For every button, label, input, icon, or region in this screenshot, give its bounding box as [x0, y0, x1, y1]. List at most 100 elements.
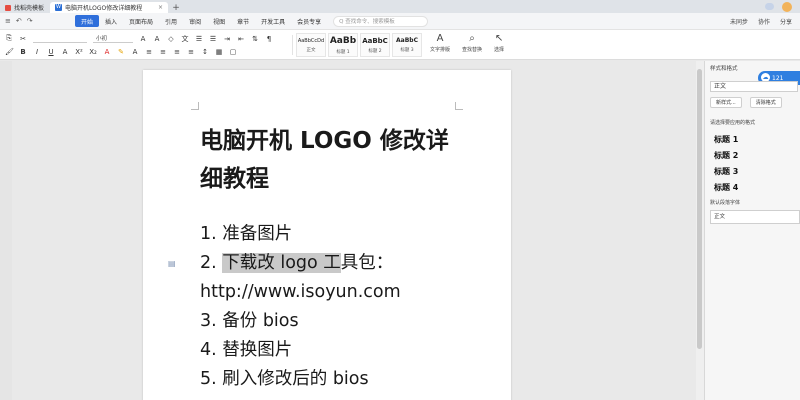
list-item[interactable]: 5. 刷入修改后的 bios — [200, 365, 490, 394]
list-item[interactable]: 3. 备份 bios — [200, 307, 490, 336]
paragraph-handle-icon[interactable]: ▤ — [168, 259, 176, 268]
align-center-icon[interactable]: ≡ — [159, 48, 167, 56]
collaborate-button[interactable]: 协作 — [758, 17, 770, 26]
margin-mark — [191, 102, 199, 110]
clear-format-icon[interactable]: ◇ — [167, 35, 175, 43]
list-item-selected[interactable]: 2. 下载改 logo 工具包： — [200, 249, 490, 278]
scrollbar-thumb[interactable] — [697, 69, 702, 349]
indent-icon[interactable]: ⇥ — [223, 35, 231, 43]
style-heading-2[interactable]: AaBbC 标题 2 — [360, 33, 390, 57]
menu-developer[interactable]: 开发工具 — [255, 15, 291, 27]
show-marks-icon[interactable]: ¶ — [265, 35, 273, 43]
text-layout-button[interactable]: A 文字排版 — [430, 33, 450, 53]
panel-buttons: 新样式... 清除格式 — [710, 97, 782, 108]
select-button[interactable]: ↖ 选择 — [494, 33, 504, 53]
numbering-icon[interactable]: ☰ — [209, 35, 217, 43]
style-heading-3[interactable]: AaBbC 标题 3 — [392, 33, 422, 57]
layout-icon[interactable] — [765, 3, 774, 10]
ribbon: ⎘ ✂ 小初 A A ◇ 文 ☰ ☰ ⇥ ⇤ ⇅ ¶ 🖌 B I U A X² … — [0, 30, 800, 60]
style-list: 标题 1 标题 2 标题 3 标题 4 — [710, 132, 800, 196]
cut-icon[interactable]: ✂ — [19, 35, 27, 43]
ribbon-tools: A 文字排版 ⌕ 查找替换 ↖ 选择 — [430, 33, 504, 53]
tab-bar: 找稻壳模板 W 电脑开机LOGO修改详细教程 × + — [0, 0, 800, 13]
style-normal[interactable]: AaBbCcDd 正文 — [296, 33, 326, 57]
sort-icon[interactable]: ⇅ — [251, 35, 259, 43]
paste-icon[interactable]: ⎘ — [5, 34, 13, 43]
style-list-item[interactable]: 标题 4 — [710, 180, 800, 196]
menu-bar: ≡ ↶ ↷ 开始 插入 页面布局 引用 审阅 视图 章节 开发工具 会员专享 Q… — [0, 13, 800, 30]
style-name: 标题 2 — [368, 48, 382, 54]
document-page[interactable]: 电脑开机 LOGO 修改详细教程 1. 准备图片 2. 下载改 logo 工具包… — [143, 70, 511, 400]
format-painter-icon[interactable]: 🖌 — [5, 48, 14, 56]
underline-icon[interactable]: U — [47, 48, 55, 56]
current-style-field[interactable]: 正文 — [710, 81, 798, 92]
redo-icon[interactable]: ↷ — [27, 17, 33, 25]
highlight-icon[interactable]: ✎ — [117, 48, 125, 56]
find-replace-button[interactable]: ⌕ 查找替换 — [462, 33, 482, 53]
tab-templates[interactable]: 找稻壳模板 — [0, 2, 50, 13]
shrink-font-icon[interactable]: A — [153, 35, 161, 43]
outdent-icon[interactable]: ⇤ — [237, 35, 245, 43]
menu-page-layout[interactable]: 页面布局 — [123, 15, 159, 27]
bullets-icon[interactable]: ☰ — [195, 35, 203, 43]
menu-references[interactable]: 引用 — [159, 15, 183, 27]
superscript-icon[interactable]: X² — [75, 48, 83, 56]
text-effect-icon[interactable]: A — [131, 48, 139, 56]
margin-mark — [455, 102, 463, 110]
menu-view[interactable]: 视图 — [207, 15, 231, 27]
style-sample: AaBbC — [396, 37, 418, 44]
share-button[interactable]: 分享 — [780, 17, 792, 26]
new-tab-button[interactable]: + — [168, 2, 184, 13]
search-icon: ⌕ — [469, 33, 475, 44]
clear-format-button[interactable]: 清除格式 — [749, 97, 782, 108]
menu-insert[interactable]: 插入 — [99, 15, 123, 27]
menu-right: 未同步 协作 分享 — [730, 17, 800, 26]
ribbon-row-font: ⎘ ✂ 小初 A A ◇ 文 ☰ ☰ ⇥ ⇤ ⇅ ¶ — [0, 32, 273, 45]
style-name: 标题 1 — [336, 49, 350, 55]
text-selection[interactable]: 下载改 logo 工 — [222, 253, 341, 273]
new-style-button[interactable]: 新样式... — [710, 97, 742, 108]
align-right-icon[interactable]: ≡ — [173, 48, 181, 56]
command-search-input[interactable]: Q 查找命令、搜索模板 — [333, 15, 429, 27]
italic-icon[interactable]: I — [33, 48, 41, 56]
menu-member[interactable]: 会员专享 — [291, 15, 327, 27]
list-item[interactable]: 1. 准备图片 — [200, 220, 490, 249]
document-list[interactable]: 1. 准备图片 2. 下载改 logo 工具包： http://www.isoy… — [200, 220, 490, 394]
strikethrough-icon[interactable]: A — [61, 48, 69, 56]
writer-icon: W — [55, 4, 62, 11]
avatar[interactable] — [782, 1, 792, 12]
menu-icon[interactable]: ≡ — [5, 17, 11, 25]
subscript-icon[interactable]: X₂ — [89, 48, 97, 56]
style-sample: AaBbC — [362, 36, 388, 45]
style-list-item[interactable]: 标题 1 — [710, 132, 800, 148]
sync-status[interactable]: 未同步 — [730, 17, 748, 26]
style-field[interactable]: 正文 — [710, 210, 800, 224]
list-item[interactable]: 4. 替换图片 — [200, 336, 490, 365]
menu-home[interactable]: 开始 — [75, 15, 100, 27]
align-left-icon[interactable]: ≡ — [145, 48, 153, 56]
pinyin-icon[interactable]: 文 — [181, 34, 189, 44]
tab-document[interactable]: W 电脑开机LOGO修改详细教程 × — [50, 2, 168, 13]
style-heading-1[interactable]: AaBb 标题 1 — [328, 33, 358, 57]
close-tab-icon[interactable]: × — [158, 4, 163, 11]
bold-icon[interactable]: B — [19, 48, 27, 56]
grow-font-icon[interactable]: A — [139, 35, 147, 43]
undo-icon[interactable]: ↶ — [16, 17, 22, 25]
font-color-icon[interactable]: A — [103, 48, 111, 56]
quick-access: ≡ ↶ ↷ — [0, 17, 75, 25]
border-icon[interactable]: ▢ — [229, 48, 237, 56]
line-spacing-icon[interactable]: ↕ — [201, 48, 209, 56]
font-name-select[interactable] — [33, 34, 87, 43]
menu-sections[interactable]: 章节 — [231, 15, 255, 27]
apply-format-label: 请选择要应用的格式 — [710, 120, 756, 126]
shading-icon[interactable]: ▦ — [215, 48, 223, 56]
style-list-item[interactable]: 标题 3 — [710, 164, 800, 180]
vertical-scrollbar[interactable] — [696, 61, 704, 400]
window-controls — [765, 0, 800, 13]
style-list-item[interactable]: 标题 2 — [710, 148, 800, 164]
font-size-select[interactable]: 小初 — [93, 34, 133, 43]
document-title[interactable]: 电脑开机 LOGO 修改详细教程 — [200, 122, 470, 198]
menu-review[interactable]: 审阅 — [183, 15, 207, 27]
list-item-url[interactable]: http://www.isoyun.com — [200, 278, 490, 307]
justify-icon[interactable]: ≡ — [187, 48, 195, 56]
